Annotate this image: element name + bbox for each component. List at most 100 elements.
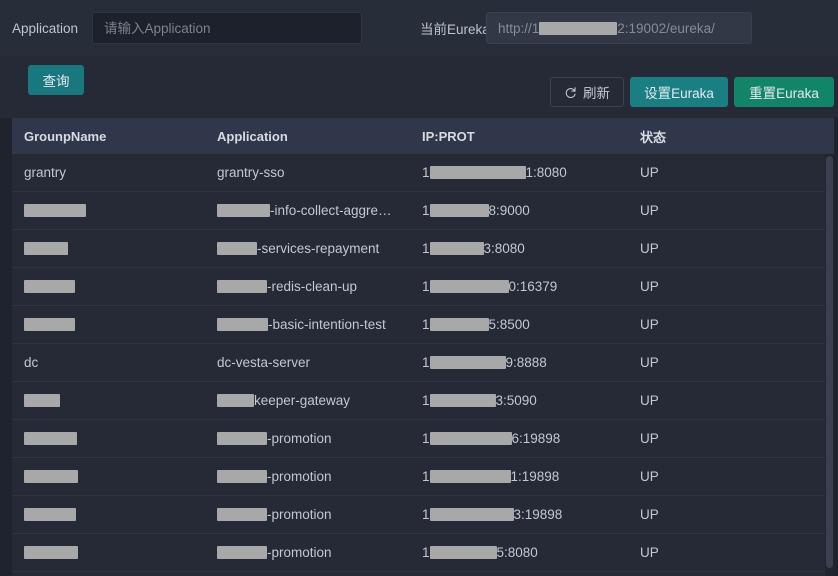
table-row[interactable]: -info-collect-aggre…18:9000UP: [12, 192, 834, 230]
cell-ip-port: 16:19898: [422, 431, 640, 446]
column-header-status[interactable]: 状态: [640, 127, 820, 146]
redacted-text: [430, 394, 496, 407]
application-name: grantry-sso: [217, 165, 285, 180]
redacted-text: [217, 318, 268, 331]
redacted-text: [430, 432, 512, 445]
cell-groupname: [12, 546, 217, 559]
cell-ip-port: 1 5:8080: [422, 545, 640, 560]
refresh-icon: [564, 86, 577, 99]
cell-status: UP: [640, 469, 820, 484]
table-row[interactable]: -promotion16:19898UP: [12, 420, 834, 458]
redacted-text: [24, 546, 78, 559]
ip-suffix-port: 5:8080: [497, 545, 538, 560]
cell-groupname: [12, 394, 217, 407]
eureka-service-list-page: Application 当前Eureka http://1 2:19002/eu…: [0, 0, 838, 576]
table-body: grantrygrantry-sso11:8080UP-info-collect…: [12, 154, 834, 572]
ip-suffix-port: 1:19898: [511, 469, 560, 484]
table-row[interactable]: -redis-clean-up10:16379UP: [12, 268, 834, 306]
cell-groupname: [12, 318, 217, 331]
redacted-text: [430, 166, 526, 179]
cell-ip-port: 19:8888: [422, 355, 640, 370]
redacted-text: [430, 318, 489, 331]
cell-status: UP: [640, 317, 820, 332]
cell-groupname: [12, 470, 217, 483]
cell-application: dc-vesta-server: [217, 355, 422, 370]
ip-suffix-port: 0:16379: [509, 279, 558, 294]
ip-suffix-port: 3:19898: [514, 507, 563, 522]
cell-application: -promotion: [217, 507, 422, 522]
redacted-text: [24, 318, 75, 331]
ip-prefix: 1: [422, 431, 430, 446]
table-scrollbar-thumb[interactable]: [826, 156, 833, 568]
application-name: -promotion: [267, 431, 332, 446]
cell-ip-port: 15:8500: [422, 317, 640, 332]
redacted-text: [430, 242, 484, 255]
redacted-text: [430, 470, 511, 483]
reset-eureka-button[interactable]: 重置Euraka: [734, 77, 834, 107]
set-eureka-button[interactable]: 设置Euraka: [630, 77, 728, 107]
action-toolbar: 查询 刷新 设置Euraka 重置Euraka: [0, 56, 838, 118]
eureka-url-suffix: 2:19002/eureka/: [617, 21, 715, 36]
ip-prefix: 1: [422, 545, 430, 560]
cell-status: UP: [640, 393, 820, 408]
table-row[interactable]: -promotion 1 5:8080 UP: [12, 534, 834, 572]
application-name: -promotion: [267, 545, 332, 560]
application-label: Application: [12, 21, 90, 36]
current-eureka-input[interactable]: http://1 2:19002/eureka/: [486, 12, 752, 44]
ip-prefix: 1: [422, 203, 430, 218]
cell-ip-port: 11:8080: [422, 165, 640, 180]
refresh-button[interactable]: 刷新: [550, 77, 624, 107]
cell-status: UP: [640, 545, 820, 560]
cell-groupname: [12, 432, 217, 445]
ip-prefix: 1: [422, 165, 430, 180]
redacted-text: [217, 508, 267, 521]
service-table: GrounpName Application IP:PROT 状态 grantr…: [12, 118, 834, 576]
ip-prefix: 1: [422, 469, 430, 484]
column-header-groupname[interactable]: GrounpName: [12, 129, 217, 144]
table-row[interactable]: keeper-gateway 1 3:5090 UP: [12, 382, 834, 420]
cell-status: UP: [640, 203, 820, 218]
cell-groupname: [12, 508, 217, 521]
redacted-text: [217, 470, 267, 483]
redacted-text: [217, 280, 267, 293]
filter-bar: Application 当前Eureka http://1 2:19002/eu…: [0, 0, 838, 56]
cell-status: UP: [640, 241, 820, 256]
column-header-application[interactable]: Application: [217, 129, 422, 144]
ip-suffix-port: 9:8888: [506, 355, 547, 370]
application-name: keeper-gateway: [254, 393, 350, 408]
cell-groupname: [12, 242, 217, 255]
redacted-text: [24, 242, 68, 255]
ip-prefix: 1: [422, 241, 430, 256]
table-row[interactable]: -promotion1 1:19898 UP: [12, 458, 834, 496]
table-row[interactable]: grantrygrantry-sso11:8080UP: [12, 154, 834, 192]
application-name: dc-vesta-server: [217, 355, 310, 370]
ip-prefix: 1: [422, 507, 430, 522]
cell-status: UP: [640, 165, 820, 180]
query-button[interactable]: 查询: [28, 65, 84, 95]
table-row[interactable]: -services-repayment13:8080UP: [12, 230, 834, 268]
application-name: -basic-intention-test: [268, 317, 386, 332]
cell-application: -promotion: [217, 469, 422, 484]
table-row[interactable]: dcdc-vesta-server19:8888UP: [12, 344, 834, 382]
ip-prefix: 1: [422, 317, 430, 332]
redacted-text: [217, 432, 267, 445]
cell-application: -promotion: [217, 431, 422, 446]
redacted-text: [24, 394, 60, 407]
table-row[interactable]: -promotion13:19898UP: [12, 496, 834, 534]
ip-prefix: 1: [422, 279, 430, 294]
table-row[interactable]: -basic-intention-test 15:8500UP: [12, 306, 834, 344]
application-name: -services-repayment: [257, 241, 379, 256]
application-field-group: Application: [0, 12, 362, 44]
cell-groupname: [12, 204, 217, 217]
application-input[interactable]: [92, 12, 362, 44]
ip-suffix-port: 8:9000: [489, 203, 530, 218]
cell-ip-port: 1 0:16379: [422, 279, 640, 294]
column-header-ip-port[interactable]: IP:PROT: [422, 129, 640, 144]
cell-application: grantry-sso: [217, 165, 422, 180]
cell-application: -basic-intention-test: [217, 317, 422, 332]
redacted-text: [217, 242, 257, 255]
redacted-text: [24, 280, 75, 293]
ip-prefix: 1: [422, 393, 430, 408]
redacted-text: [24, 432, 77, 445]
ip-suffix-port: 3:5090: [496, 393, 537, 408]
